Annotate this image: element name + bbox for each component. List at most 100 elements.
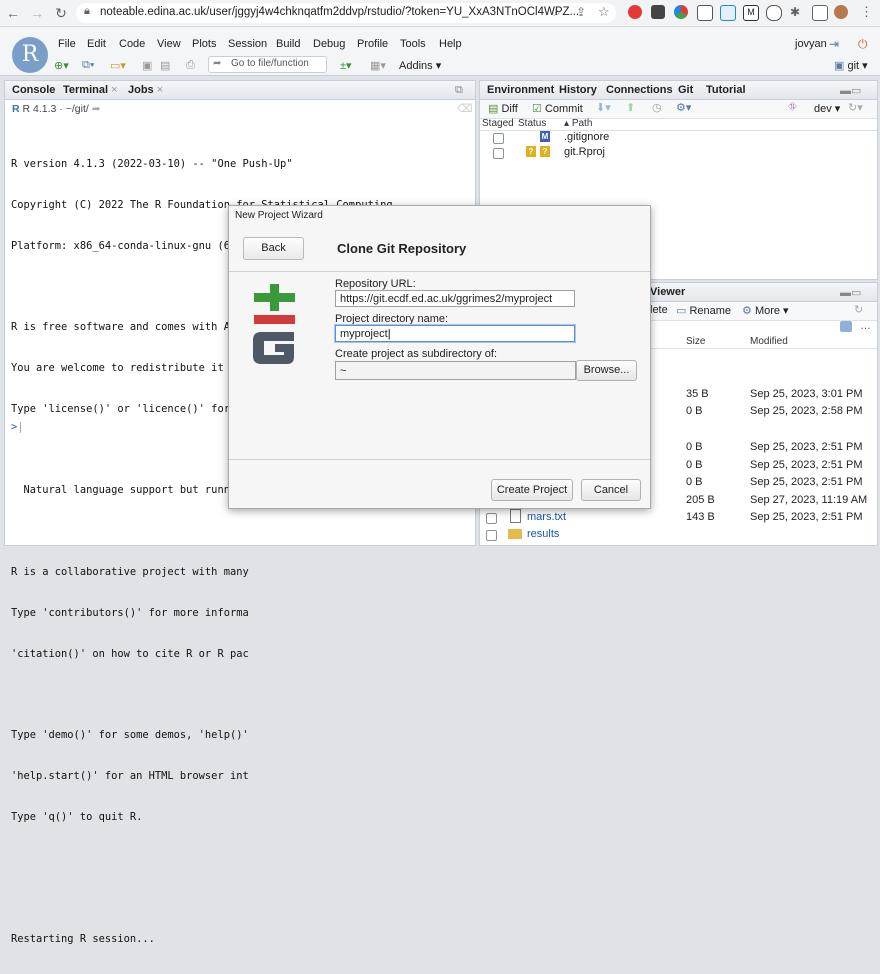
calendar-extension-icon[interactable] xyxy=(720,5,736,21)
browse-button[interactable]: Browse... xyxy=(576,360,637,381)
new-project-icon[interactable]: ⧉▾ xyxy=(82,59,94,72)
profile-avatar-icon[interactable] xyxy=(834,5,848,19)
column-path[interactable]: ▴ Path xyxy=(564,118,592,129)
grid-layout-icon[interactable]: ▦▾ xyxy=(370,59,386,72)
sidebar-icon[interactable] xyxy=(812,5,828,21)
text-file-icon xyxy=(510,509,521,523)
folder-name-link[interactable]: results xyxy=(527,528,559,540)
repository-url-input[interactable]: https://git.ecdf.ed.ac.uk/ggrimes2/mypro… xyxy=(335,290,575,307)
tab-console[interactable]: Console xyxy=(12,84,55,96)
close-icon[interactable]: × xyxy=(157,84,163,96)
menu-file[interactable]: File xyxy=(58,38,76,50)
project-menu[interactable]: ▣ git ▾ xyxy=(834,59,868,72)
stage-checkbox[interactable] xyxy=(493,148,504,159)
menu-view[interactable]: View xyxy=(157,38,181,50)
file-checkbox[interactable] xyxy=(486,530,497,541)
m-extension-icon[interactable]: M xyxy=(743,5,759,21)
git-file-path[interactable]: .gitignore xyxy=(564,131,609,143)
maximize-pane-icon[interactable]: ⧉ xyxy=(455,84,463,97)
menu-help[interactable]: Help xyxy=(439,38,462,50)
working-directory: ~/git/ xyxy=(65,103,89,115)
goto-dir-icon[interactable]: ➦ xyxy=(92,103,101,115)
new-file-icon[interactable]: ⊕▾ xyxy=(54,59,69,72)
git-toolbar-icon[interactable]: ±▾ xyxy=(340,59,352,72)
menu-code[interactable]: Code xyxy=(119,38,145,50)
minimize-pane-icon[interactable]: ▬▭ xyxy=(840,84,861,97)
file-checkbox[interactable] xyxy=(486,513,497,524)
more-options-icon[interactable]: … xyxy=(860,320,871,332)
puzzle-extensions-icon[interactable]: ✱ xyxy=(790,5,800,19)
sign-out-icon[interactable]: ⇥ xyxy=(829,37,839,51)
stage-checkbox[interactable] xyxy=(493,133,504,144)
tab-viewer[interactable]: Viewer xyxy=(650,286,685,298)
tab-history[interactable]: History xyxy=(559,84,597,96)
column-staged[interactable]: Staged xyxy=(482,118,514,129)
tab-terminal[interactable]: Terminal × xyxy=(63,84,118,96)
menu-profile[interactable]: Profile xyxy=(357,38,388,50)
status-modified-badge: M xyxy=(540,131,550,142)
share-icon[interactable]: ⇪ xyxy=(576,5,586,19)
gear-icon[interactable]: ⚙▾ xyxy=(676,101,691,114)
menu-tools[interactable]: Tools xyxy=(400,38,426,50)
back-button[interactable]: Back xyxy=(243,237,304,260)
rename-button[interactable]: ▭ Rename xyxy=(676,304,731,317)
subdirectory-input[interactable]: ~ xyxy=(335,361,576,380)
commit-button[interactable]: ☑ Commit xyxy=(532,102,583,115)
tab-connections[interactable]: Connections xyxy=(606,84,673,96)
more-menu-icon[interactable]: ⋮ xyxy=(860,4,873,20)
file-modified: Sep 27, 2023, 11:19 AM xyxy=(750,494,868,506)
file-name-link[interactable]: mars.txt xyxy=(527,511,566,523)
opera-extension-icon[interactable] xyxy=(628,5,642,19)
menu-session[interactable]: Session xyxy=(228,38,267,50)
menu-debug[interactable]: Debug xyxy=(313,38,345,50)
go-to-file-input[interactable]: ➦ Go to file/function xyxy=(208,56,327,73)
tab-environment[interactable]: Environment xyxy=(487,84,554,96)
clear-console-icon[interactable]: ⌫ xyxy=(457,102,473,115)
forward-icon[interactable]: → xyxy=(28,4,46,22)
dark-extension-icon[interactable] xyxy=(651,5,665,19)
create-project-button[interactable]: Create Project xyxy=(491,479,573,501)
print-icon[interactable]: ⎙ xyxy=(186,59,195,72)
git-file-path[interactable]: git.Rproj xyxy=(564,146,605,158)
more-button[interactable]: ⚙ More ▾ xyxy=(742,304,789,317)
column-status[interactable]: Status xyxy=(518,118,546,129)
reader-extension-icon[interactable] xyxy=(697,5,713,21)
refresh-icon[interactable]: ↻▾ xyxy=(848,101,863,114)
go-to-directory-icon[interactable] xyxy=(840,321,852,332)
refresh-icon[interactable]: ↻ xyxy=(854,303,863,316)
reload-icon[interactable]: ↻ xyxy=(52,4,70,22)
push-icon[interactable]: ⬆ xyxy=(626,101,635,114)
console-input[interactable]: >| xyxy=(11,421,24,433)
menu-plots[interactable]: Plots xyxy=(192,38,216,50)
save-icon[interactable]: ▣ xyxy=(142,59,152,72)
back-icon[interactable]: ← xyxy=(4,4,22,22)
close-icon[interactable]: × xyxy=(111,84,117,96)
minimize-pane-icon[interactable]: ▬▭ xyxy=(840,286,861,299)
m-circle-extension-icon[interactable] xyxy=(766,5,782,21)
pull-icon[interactable]: ⬇▾ xyxy=(596,101,611,114)
menu-build[interactable]: Build xyxy=(276,38,300,50)
save-all-icon[interactable]: ▤ xyxy=(160,59,170,72)
open-file-icon[interactable]: ▭▾ xyxy=(110,59,126,72)
cancel-button[interactable]: Cancel xyxy=(581,479,641,501)
tab-tutorial[interactable]: Tutorial xyxy=(706,84,746,96)
menu-edit[interactable]: Edit xyxy=(87,38,106,50)
r-version: R 4.1.3 xyxy=(22,103,57,115)
address-bar[interactable]: 🔒︎ noteable.edina.ac.uk/user/jggyj4w4chk… xyxy=(76,3,616,23)
column-modified[interactable]: Modified xyxy=(750,336,788,347)
delete-button[interactable]: lete xyxy=(650,304,668,316)
tab-jobs[interactable]: Jobs × xyxy=(128,84,163,96)
directory-name-input[interactable]: myproject| xyxy=(335,325,575,342)
history-icon[interactable]: ◷ xyxy=(652,101,662,114)
zoom-icon[interactable]: ⌕ xyxy=(554,5,561,20)
color-extension-icon[interactable] xyxy=(674,5,688,19)
tab-terminal-label: Terminal xyxy=(63,84,109,96)
addins-menu[interactable]: Addins ▾ xyxy=(399,59,441,72)
branch-selector[interactable]: dev ▾ xyxy=(814,102,840,115)
new-branch-icon[interactable]: ⛗ xyxy=(788,101,797,114)
column-size[interactable]: Size xyxy=(686,336,705,347)
tab-git[interactable]: Git xyxy=(678,84,693,96)
diff-button[interactable]: ▤ Diff xyxy=(488,102,518,115)
bookmark-star-icon[interactable]: ☆ xyxy=(598,4,610,20)
power-icon[interactable]: ⏻ xyxy=(858,37,868,52)
